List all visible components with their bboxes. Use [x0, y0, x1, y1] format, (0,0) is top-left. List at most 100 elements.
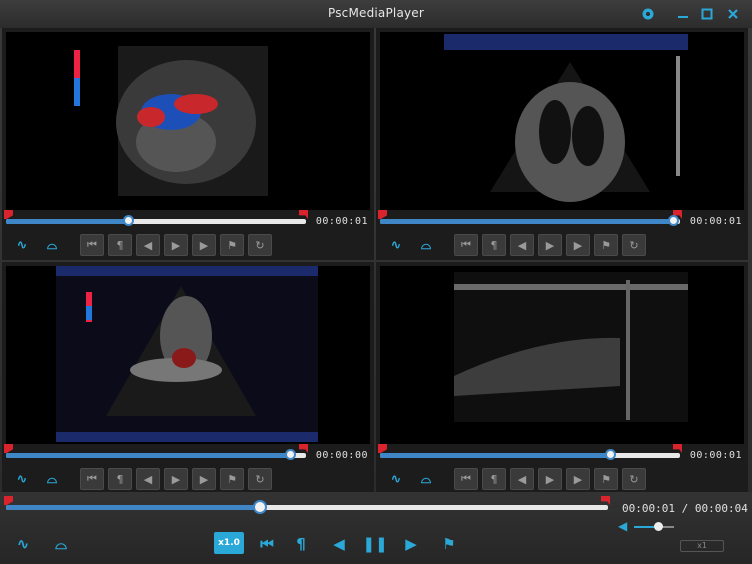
flag-icon[interactable]: ⚑ [220, 234, 244, 256]
play-icon[interactable]: ▶ [164, 234, 188, 256]
start-marker[interactable] [378, 210, 387, 219]
seek-knob[interactable] [285, 449, 296, 460]
first-frame-icon[interactable]: ⏮ [80, 234, 104, 256]
loop-icon[interactable]: ↻ [248, 468, 272, 490]
end-marker[interactable] [299, 210, 308, 219]
pane-controls: ∿ ⌓ ⏮ ¶ ◀ ▶ ▶ ⚑ ↻ [6, 234, 370, 256]
mark-icon[interactable]: ¶ [108, 234, 132, 256]
eye-tool-icon[interactable]: ⌓ [414, 468, 438, 490]
video-screen[interactable] [380, 266, 744, 444]
video-pane-top-left: 00:00:01 ∿ ⌓ ⏮ ¶ ◀ ▶ ▶ ⚑ ↻ [2, 28, 374, 260]
curve-tool-icon[interactable]: ∿ [10, 234, 34, 256]
play-icon[interactable]: ▶ [164, 468, 188, 490]
seek-progress [6, 453, 291, 458]
volume-knob[interactable] [654, 522, 663, 531]
settings-gear-icon[interactable] [640, 6, 656, 22]
eye-tool-icon[interactable]: ⌓ [40, 468, 64, 490]
first-frame-icon[interactable]: ⏮ [454, 468, 478, 490]
zoom-indicator: x1 [680, 540, 724, 552]
seek-bar[interactable] [4, 210, 308, 228]
master-seek-bar[interactable] [4, 496, 610, 514]
step-forward-icon[interactable]: ▶ [192, 468, 216, 490]
start-marker[interactable] [4, 210, 13, 219]
curve-tool-icon[interactable]: ∿ [10, 468, 34, 490]
end-marker[interactable] [673, 444, 682, 453]
master-seek-knob[interactable] [252, 500, 267, 514]
loop-icon[interactable]: ↻ [248, 234, 272, 256]
step-back-icon[interactable]: ◀ [136, 234, 160, 256]
start-marker[interactable] [378, 444, 387, 453]
curve-tool-icon[interactable]: ∿ [384, 234, 408, 256]
pane-controls: ∿ ⌓ ⏮ ¶ ◀ ▶ ▶ ⚑ ↻ [6, 468, 370, 490]
seek-bar[interactable] [4, 444, 308, 462]
step-back-icon[interactable]: ◀ [510, 234, 534, 256]
time-display: 00:00:01 [689, 216, 742, 227]
step-forward-icon[interactable]: ▶ [566, 234, 590, 256]
curve-tool-icon[interactable]: ∿ [384, 468, 408, 490]
mark-icon[interactable]: ¶ [288, 532, 314, 556]
time-display: 00:00:01 [689, 450, 742, 461]
seek-knob[interactable] [668, 215, 679, 226]
loop-icon[interactable]: ↻ [622, 468, 646, 490]
time-display: 00:00:01 [315, 216, 368, 227]
speaker-icon: ◀ [618, 519, 628, 533]
minimize-icon[interactable] [675, 6, 691, 22]
ultrasound-image [444, 34, 688, 202]
eye-tool-icon[interactable]: ⌓ [40, 234, 64, 256]
seek-progress [380, 453, 611, 458]
master-seek-progress [6, 505, 259, 510]
first-frame-icon[interactable]: ⏮ [80, 468, 104, 490]
flag-icon[interactable]: ⚑ [436, 532, 462, 556]
flag-icon[interactable]: ⚑ [594, 234, 618, 256]
pause-icon[interactable]: ❚❚ [362, 532, 388, 556]
step-back-icon[interactable]: ◀ [510, 468, 534, 490]
master-time-display: 00:00:01 / 00:00:04 [622, 502, 748, 515]
mark-icon[interactable]: ¶ [108, 468, 132, 490]
seek-knob[interactable] [605, 449, 616, 460]
flag-icon[interactable]: ⚑ [594, 468, 618, 490]
step-forward-icon[interactable]: ▶ [398, 532, 424, 556]
title-bar: PscMediaPlayer [0, 0, 752, 28]
video-pane-bottom-right: 00:00:01 ∿ ⌓ ⏮ ¶ ◀ ▶ ▶ ⚑ ↻ [376, 262, 748, 494]
first-frame-icon[interactable]: ⏮ [254, 532, 280, 556]
maximize-icon[interactable] [699, 6, 715, 22]
video-screen[interactable] [380, 32, 744, 210]
ultrasound-image [56, 266, 318, 442]
play-icon[interactable]: ▶ [538, 468, 562, 490]
master-start-marker[interactable] [4, 496, 13, 505]
volume-slider[interactable]: ◀ [618, 519, 678, 533]
mark-icon[interactable]: ¶ [482, 468, 506, 490]
time-display: 00:00:00 [315, 450, 368, 461]
first-frame-icon[interactable]: ⏮ [454, 234, 478, 256]
video-screen[interactable] [6, 266, 370, 444]
step-forward-icon[interactable]: ▶ [192, 234, 216, 256]
pane-controls: ∿ ⌓ ⏮ ¶ ◀ ▶ ▶ ⚑ ↻ [380, 234, 744, 256]
speed-button[interactable]: x1.0 [214, 532, 244, 554]
mark-icon[interactable]: ¶ [482, 234, 506, 256]
seek-bar[interactable] [378, 210, 682, 228]
seek-bar[interactable] [378, 444, 682, 462]
seek-progress [6, 219, 129, 224]
seek-knob[interactable] [123, 215, 134, 226]
step-back-icon[interactable]: ◀ [326, 532, 352, 556]
media-player-window: PscMediaPlayer 00:00:01 ∿ ⌓ ⏮ ¶ ◀ ▶ ▶ ⚑ … [0, 0, 752, 564]
eye-tool-icon[interactable]: ⌓ [48, 532, 74, 556]
video-pane-top-right: 00:00:01 ∿ ⌓ ⏮ ¶ ◀ ▶ ▶ ⚑ ↻ [376, 28, 748, 260]
video-screen[interactable] [6, 32, 370, 210]
loop-icon[interactable]: ↻ [622, 234, 646, 256]
ultrasound-image [454, 272, 688, 422]
video-pane-bottom-left: 00:00:00 ∿ ⌓ ⏮ ¶ ◀ ▶ ▶ ⚑ ↻ [2, 262, 374, 494]
step-forward-icon[interactable]: ▶ [566, 468, 590, 490]
flag-icon[interactable]: ⚑ [220, 468, 244, 490]
pane-controls: ∿ ⌓ ⏮ ¶ ◀ ▶ ▶ ⚑ ↻ [380, 468, 744, 490]
step-back-icon[interactable]: ◀ [136, 468, 160, 490]
start-marker[interactable] [4, 444, 13, 453]
master-end-marker[interactable] [601, 496, 610, 505]
end-marker[interactable] [299, 444, 308, 453]
curve-tool-icon[interactable]: ∿ [10, 532, 36, 556]
seek-progress [380, 219, 674, 224]
master-controls: 00:00:01 / 00:00:04 ∿ ⌓ x1.0 ⏮ ¶ ◀ ❚❚ ▶ … [0, 492, 752, 564]
close-icon[interactable] [725, 6, 741, 22]
play-icon[interactable]: ▶ [538, 234, 562, 256]
eye-tool-icon[interactable]: ⌓ [414, 234, 438, 256]
